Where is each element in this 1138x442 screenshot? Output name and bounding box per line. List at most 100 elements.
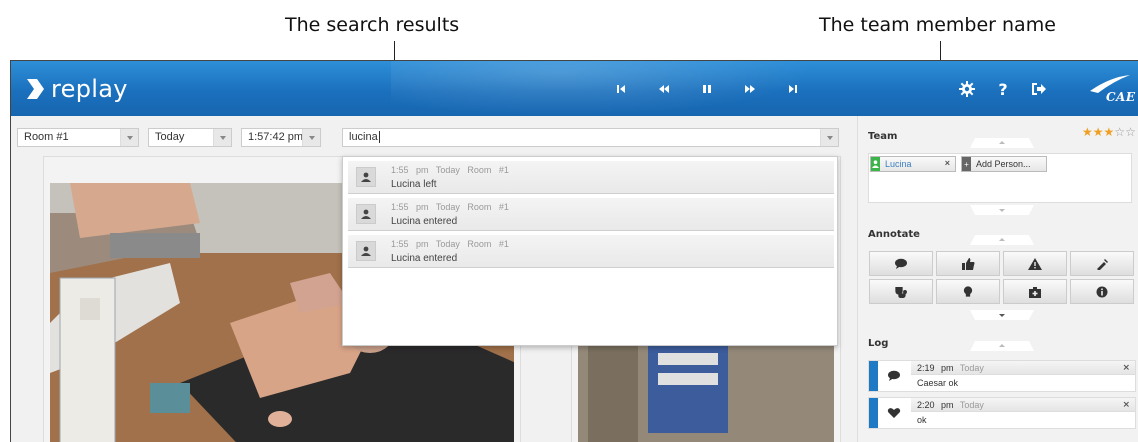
rating-stars[interactable]: ★★★☆☆ — [1082, 125, 1136, 139]
search-result-message: Lucina entered — [391, 216, 458, 227]
help-icon: ? — [998, 79, 1008, 99]
star-icon[interactable]: ★ — [1093, 125, 1104, 139]
search-result-time: 1:55 pm — [391, 239, 429, 249]
star-outline-icon[interactable]: ☆ — [1125, 125, 1136, 139]
skip-to-start-button[interactable] — [599, 79, 642, 99]
header-actions: ? — [949, 79, 1057, 99]
search-result-item[interactable]: 1:55 pm Today Room #1 Lucina entered — [348, 235, 834, 268]
annotate-idea-button[interactable] — [936, 279, 1000, 304]
playback-controls — [599, 79, 814, 99]
skip-to-start-icon — [616, 85, 625, 93]
chevron-down-icon — [302, 129, 320, 146]
annotate-expand-tab[interactable] — [970, 310, 1034, 320]
search-result-room: Room #1 — [467, 202, 509, 212]
warning-icon — [1028, 257, 1042, 270]
annotate-thumbs-up-button[interactable] — [936, 251, 1000, 276]
team-expand-tab[interactable] — [970, 205, 1034, 215]
annotate-comment-button[interactable] — [869, 251, 933, 276]
star-outline-icon[interactable]: ☆ — [1114, 125, 1125, 139]
gear-icon — [959, 81, 975, 97]
fast-forward-icon — [744, 85, 755, 93]
search-input[interactable]: lucina — [342, 128, 839, 147]
room-select[interactable]: Room #1 — [17, 128, 139, 147]
search-result-meta: 1:55 pm Today Room #1 — [391, 239, 509, 249]
team-section-title: Team — [868, 131, 898, 142]
team-member-name: Lucina — [885, 159, 912, 169]
help-button[interactable]: ? — [985, 79, 1021, 99]
log-entry-time: 2:19 pm Today — [917, 363, 984, 373]
search-result-item[interactable]: 1:55 pm Today Room #1 Lucina left — [348, 161, 834, 194]
pause-icon — [702, 85, 711, 93]
remove-member-icon[interactable]: × — [945, 158, 950, 168]
log-entry-time: 2:20 pm Today — [917, 400, 984, 410]
app-title: replay — [51, 75, 128, 103]
add-person-label: Add Person... — [976, 159, 1031, 169]
person-icon — [356, 204, 376, 224]
comment-icon — [888, 370, 900, 381]
day-select[interactable]: Today — [148, 128, 232, 147]
delete-log-entry-icon[interactable]: × — [1122, 363, 1130, 373]
annotate-warning-button[interactable] — [1003, 251, 1067, 276]
first-aid-kit-icon — [1029, 286, 1041, 298]
room-select-value: Room #1 — [24, 131, 69, 143]
log-entry-day: Today — [959, 363, 984, 373]
lightbulb-icon — [963, 285, 973, 297]
team-member-chip[interactable]: Lucina × — [870, 156, 956, 172]
log-section-title: Log — [868, 338, 889, 349]
add-person-button[interactable]: + Add Person... — [961, 156, 1047, 172]
cae-brand: CAE — [1106, 90, 1136, 104]
time-select-value: 1:57:42 pm — [248, 131, 304, 143]
toolbar: Room #1 Today 1:57:42 pm lucina — [11, 116, 856, 156]
search-result-day: Today — [435, 239, 460, 249]
search-result-item[interactable]: 1:55 pm Today Room #1 Lucina entered — [348, 198, 834, 231]
stethoscope-icon — [895, 286, 907, 298]
heart-icon — [887, 408, 901, 418]
team-collapse-tab[interactable] — [970, 138, 1034, 148]
person-icon — [356, 167, 376, 187]
star-icon[interactable]: ★ — [1104, 125, 1115, 139]
log-entry-accent — [869, 361, 878, 391]
annotate-syringe-button[interactable] — [1070, 251, 1134, 276]
replay-logo-mark-icon — [27, 79, 44, 99]
search-input-value: lucina — [349, 131, 378, 143]
annotate-info-button[interactable] — [1070, 279, 1134, 304]
person-icon — [871, 157, 880, 171]
syringe-icon — [1097, 258, 1108, 270]
callout-search-results: The search results — [285, 14, 460, 36]
log-entry[interactable]: 2:20 pm Today ok × — [868, 397, 1136, 429]
logout-button[interactable] — [1021, 79, 1057, 99]
skip-to-end-button[interactable] — [771, 79, 814, 99]
search-result-room: Room #1 — [467, 165, 509, 175]
search-result-time: 1:55 pm — [391, 202, 429, 212]
search-result-meta: 1:55 pm Today Room #1 — [391, 165, 509, 175]
fast-forward-button[interactable] — [728, 79, 771, 99]
rewind-icon — [658, 85, 669, 93]
day-select-value: Today — [155, 131, 185, 143]
annotate-stethoscope-button[interactable] — [869, 279, 933, 304]
replay-logo[interactable]: replay — [25, 74, 128, 104]
chevron-down-icon — [120, 129, 138, 146]
search-result-message: Lucina left — [391, 179, 437, 190]
comment-icon — [895, 258, 907, 269]
plus-icon: + — [962, 157, 971, 171]
annotate-collapse-tab[interactable] — [970, 235, 1034, 245]
star-icon[interactable]: ★ — [1082, 125, 1093, 139]
log-entry-accent — [869, 398, 878, 428]
log-entry-day: Today — [959, 400, 984, 410]
log-entry-text: Caesar ok — [917, 378, 959, 388]
chevron-down-icon — [820, 129, 838, 146]
pause-button[interactable] — [685, 79, 728, 99]
log-collapse-tab[interactable] — [970, 341, 1034, 351]
delete-log-entry-icon[interactable]: × — [1122, 400, 1130, 410]
right-panel: Team ★★★☆☆ Lucina × + Add Person... Anno… — [857, 116, 1138, 442]
search-results-dropdown: 1:55 pm Today Room #1 Lucina left 1:55 p… — [342, 156, 838, 346]
logout-icon — [1032, 83, 1046, 95]
time-select[interactable]: 1:57:42 pm — [241, 128, 321, 147]
replay-app-window: replay ? CAE Room #1 Today 1:57:42 pm lu… — [10, 60, 1138, 442]
search-result-time: 1:55 pm — [391, 165, 429, 175]
annotate-medkit-button[interactable] — [1003, 279, 1067, 304]
settings-button[interactable] — [949, 79, 985, 99]
chevron-down-icon — [213, 129, 231, 146]
log-entry[interactable]: 2:19 pm Today Caesar ok × — [868, 360, 1136, 392]
rewind-button[interactable] — [642, 79, 685, 99]
